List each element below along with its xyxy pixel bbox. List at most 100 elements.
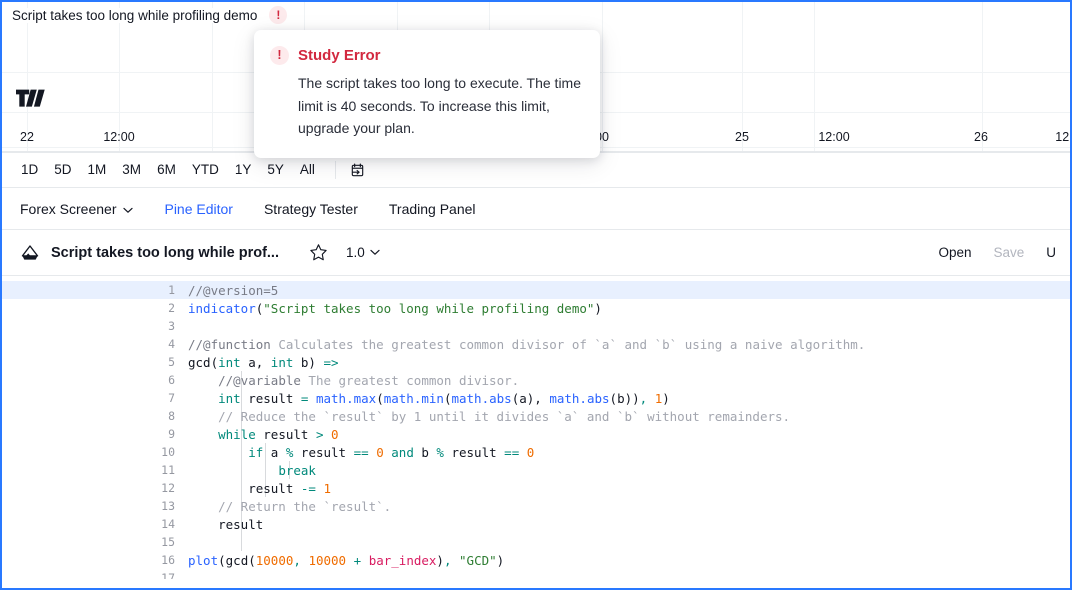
line-number: 9 [2, 427, 188, 441]
tooltip-message: The script takes too long to execute. Th… [298, 72, 582, 140]
code-token: ) [662, 391, 670, 406]
code-token: if [248, 445, 263, 460]
code-line-text[interactable]: //@version=5 [188, 283, 278, 298]
bottom-panel-tabs: Forex Screener Pine Editor Strategy Tester… [2, 188, 1070, 230]
timeframe-button-3m[interactable]: 3M [115, 160, 148, 180]
code-line-text[interactable]: int result = math.max(math.min(math.abs(… [188, 391, 670, 406]
code-token: Calculates the greatest common divisor o… [271, 337, 866, 352]
script-version-selector[interactable]: 1.0 [346, 245, 380, 260]
code-token: ( [376, 391, 384, 406]
script-mountain-icon [20, 244, 40, 262]
chart-study-title[interactable]: Script takes too long while profiling de… [12, 8, 259, 23]
line-number: 2 [2, 301, 188, 315]
update-button-clipped[interactable]: U [1046, 245, 1056, 260]
code-token: math.abs [549, 391, 609, 406]
code-lines[interactable]: 1//@version=52indicator("Script takes to… [2, 281, 1070, 579]
calendar-goto-icon[interactable] [347, 160, 368, 181]
code-line-text[interactable]: result -= 1 [188, 481, 331, 496]
code-token: int [218, 391, 241, 406]
timeframe-button-5d[interactable]: 5D [47, 160, 78, 180]
code-token: 0 [331, 427, 339, 442]
code-line[interactable]: 7 int result = math.max(math.min(math.ab… [2, 389, 1070, 407]
code-token: int [218, 355, 241, 370]
study-error-badge-icon[interactable]: ! [269, 6, 287, 24]
code-token: gcd [188, 355, 211, 370]
code-token: bar_index [369, 553, 437, 568]
pine-code-editor[interactable]: 1//@version=52indicator("Script takes to… [2, 276, 1070, 579]
tradingview-app-window: Script takes too long while profiling de… [0, 0, 1072, 590]
code-line[interactable]: 3 [2, 317, 1070, 335]
star-icon[interactable] [309, 243, 328, 262]
line-number: 5 [2, 355, 188, 369]
code-line[interactable]: 1//@version=5 [2, 281, 1070, 299]
code-token: math.abs [451, 391, 511, 406]
code-line-text[interactable]: plot(gcd(10000, 10000 + bar_index), "GCD… [188, 553, 504, 568]
code-token: break [278, 463, 316, 478]
chevron-down-icon[interactable] [123, 201, 133, 217]
code-line[interactable]: 11 break [2, 461, 1070, 479]
code-line-text[interactable]: // Reduce the `result` by 1 until it div… [188, 409, 790, 424]
code-line-text[interactable]: while result > 0 [188, 427, 339, 442]
tooltip-title: Study Error [298, 47, 381, 64]
tab-trading-panel[interactable]: Trading Panel [389, 201, 493, 217]
code-token: % [436, 445, 444, 460]
tab-pine-editor[interactable]: Pine Editor [164, 201, 249, 217]
code-token: result [256, 427, 316, 442]
timeframe-button-6m[interactable]: 6M [150, 160, 183, 180]
code-line[interactable]: 6 //@variable The greatest common diviso… [2, 371, 1070, 389]
code-token: , [293, 553, 301, 568]
tooltip-header: ! Study Error [270, 46, 582, 65]
tab-label: Forex Screener [20, 201, 116, 217]
code-token: b) [293, 355, 323, 370]
code-line[interactable]: 10 if a % result == 0 and b % result == … [2, 443, 1070, 461]
timeframe-button-ytd[interactable]: YTD [185, 160, 226, 180]
save-button: Save [993, 245, 1024, 260]
tab-label: Trading Panel [389, 201, 476, 217]
timeframe-button-5y[interactable]: 5Y [260, 160, 291, 180]
line-number: 14 [2, 517, 188, 531]
code-token: gcd [226, 553, 249, 568]
code-line-text[interactable]: if a % result == 0 and b % result == 0 [188, 445, 534, 460]
tab-label: Pine Editor [164, 201, 232, 217]
code-line[interactable]: 5gcd(int a, int b) => [2, 353, 1070, 371]
code-token: math.max [316, 391, 376, 406]
code-line-text[interactable]: gcd(int a, int b) => [188, 355, 339, 370]
script-title[interactable]: Script takes too long while prof... [51, 245, 279, 261]
timeframe-button-1d[interactable]: 1D [14, 160, 45, 180]
timeframe-button-1m[interactable]: 1M [81, 160, 114, 180]
code-token [308, 391, 316, 406]
code-token [519, 445, 527, 460]
code-line[interactable]: 17 [2, 569, 1070, 579]
code-token [188, 373, 218, 388]
code-line[interactable]: 8 // Reduce the `result` by 1 until it d… [2, 407, 1070, 425]
time-axis-label: 12:00 [103, 130, 134, 144]
code-line[interactable]: 4//@function Calculates the greatest com… [2, 335, 1070, 353]
tab-strategy-tester[interactable]: Strategy Tester [264, 201, 375, 217]
tab-label: Strategy Tester [264, 201, 358, 217]
code-line-text[interactable]: //@function Calculates the greatest comm… [188, 337, 865, 352]
code-line-text[interactable]: indicator("Script takes too long while p… [188, 301, 602, 316]
code-token: 10000 [256, 553, 294, 568]
timeframe-button-1y[interactable]: 1Y [228, 160, 259, 180]
code-line[interactable]: 14 result [2, 515, 1070, 533]
code-token: indicator [188, 301, 256, 316]
timeframe-button-all[interactable]: All [293, 160, 322, 180]
code-line[interactable]: 13 // Return the `result`. [2, 497, 1070, 515]
code-token: ) [436, 553, 444, 568]
code-line-text[interactable]: // Return the `result`. [188, 499, 391, 514]
code-line-text[interactable]: break [188, 463, 316, 478]
code-token: plot [188, 553, 218, 568]
code-token [647, 391, 655, 406]
code-line-text[interactable]: result [188, 517, 263, 532]
code-token: result [188, 481, 301, 496]
code-line[interactable]: 16plot(gcd(10000, 10000 + bar_index), "G… [2, 551, 1070, 569]
code-line[interactable]: 2indicator("Script takes too long while … [2, 299, 1070, 317]
code-token: //@version=5 [188, 283, 278, 298]
code-token: == [504, 445, 519, 460]
code-line[interactable]: 9 while result > 0 [2, 425, 1070, 443]
tab-forex-screener[interactable]: Forex Screener [20, 201, 150, 217]
code-line-text[interactable]: //@variable The greatest common divisor. [188, 373, 519, 388]
code-line[interactable]: 12 result -= 1 [2, 479, 1070, 497]
open-button[interactable]: Open [938, 245, 971, 260]
code-line[interactable]: 15 [2, 533, 1070, 551]
